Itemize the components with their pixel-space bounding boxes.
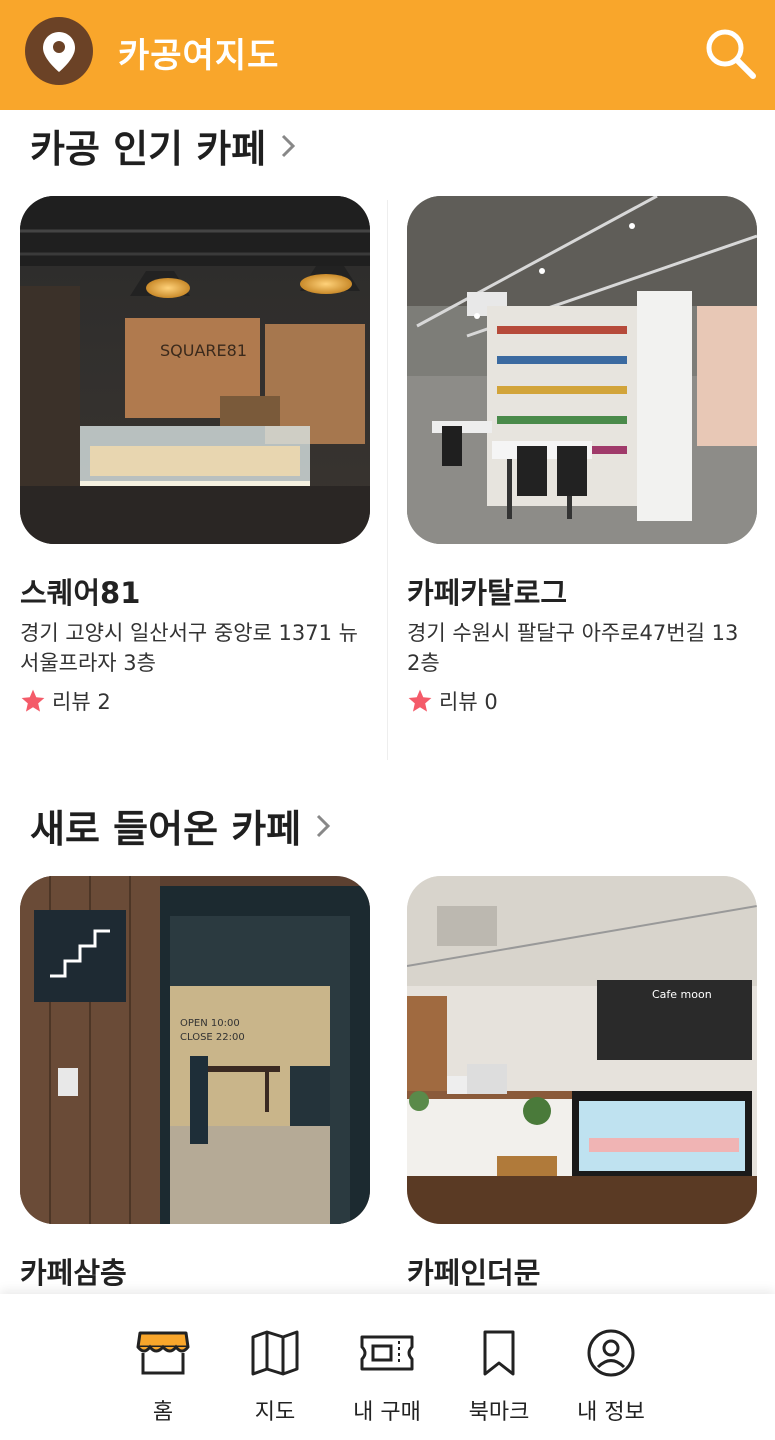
cafe-card[interactable]: 카페카탈로그 경기 수원시 팔달구 아주로47번길 13 2층 리뷰 0 [407,196,757,736]
section-popular-title[interactable]: 카공 인기 카페 [30,118,296,173]
cafe-name[interactable]: 스퀘어81 [20,570,140,612]
review-count: 리뷰 2 [52,690,111,714]
cafe-card[interactable]: SQUARE81 스퀘어81 경기 고양시 일산서구 중앙로 1371 뉴서울프… [20,196,370,736]
section-new-title[interactable]: 새로 들어온 카페 [30,798,331,853]
nav-label: 내 정보 [577,1400,645,1425]
nav-item-purchases[interactable]: 내 구매 [331,1294,443,1440]
cafe-photo[interactable]: OPEN 10:00 CLOSE 22:00 [20,876,370,1224]
section-title-text: 카공 인기 카페 [30,127,267,171]
app-header: 카공여지도 [0,0,775,110]
nav-label: 내 구매 [353,1400,421,1425]
nav-label: 홈 [152,1400,174,1425]
cafe-review: 리뷰 0 [407,686,498,716]
svg-text:OPEN 10:00: OPEN 10:00 [180,1018,240,1029]
cafe-name[interactable]: 카페카탈로그 [407,570,567,612]
bookmark-icon [483,1330,515,1376]
storefront-icon [136,1331,190,1375]
nav-label: 지도 [254,1400,296,1425]
nav-item-profile[interactable]: 내 정보 [555,1294,667,1440]
star-icon [21,689,45,712]
chevron-right-icon [315,804,331,848]
search-icon [706,29,756,79]
cafe-card[interactable]: Cafe moon 카페인더문 [407,876,757,1296]
section-title-text: 새로 들어온 카페 [30,807,302,851]
chevron-right-icon [280,124,296,168]
user-profile-icon [587,1329,635,1377]
cafe-photo[interactable]: Cafe moon [407,876,757,1224]
app-title: 카공여지도 [118,36,280,76]
nav-item-map[interactable]: 지도 [219,1294,331,1440]
svg-text:SQUARE81: SQUARE81 [160,341,247,360]
star-icon [408,689,432,712]
cafe-name[interactable]: 카페인더문 [407,1250,540,1292]
map-icon [251,1330,299,1376]
card-divider [387,200,388,760]
app-logo[interactable] [25,17,93,85]
cafe-card[interactable]: OPEN 10:00 CLOSE 22:00 카페삼층 [20,876,370,1296]
nav-item-home[interactable]: 홈 [107,1294,219,1440]
cafe-address: 경기 고양시 일산서구 중앙로 1371 뉴서울프라자 3층 [20,621,358,675]
ticket-icon [360,1335,414,1371]
nav-label: 북마크 [468,1400,530,1425]
review-count: 리뷰 0 [439,690,498,714]
cafe-address: 경기 수원시 팔달구 아주로47번길 13 2층 [407,621,739,675]
cafe-photo[interactable] [407,196,757,544]
svg-text:CLOSE 22:00: CLOSE 22:00 [180,1032,245,1043]
svg-text:Cafe moon: Cafe moon [652,988,712,1001]
cafe-name[interactable]: 카페삼층 [20,1250,127,1292]
cafe-photo[interactable]: SQUARE81 [20,196,370,544]
nav-item-bookmark[interactable]: 북마크 [443,1294,555,1440]
search-button[interactable] [703,26,759,82]
bottom-navigation: 홈 지도 내 구매 북마크 내 정보 [0,1294,775,1440]
location-pin-icon [43,32,75,72]
cafe-review: 리뷰 2 [20,686,111,716]
